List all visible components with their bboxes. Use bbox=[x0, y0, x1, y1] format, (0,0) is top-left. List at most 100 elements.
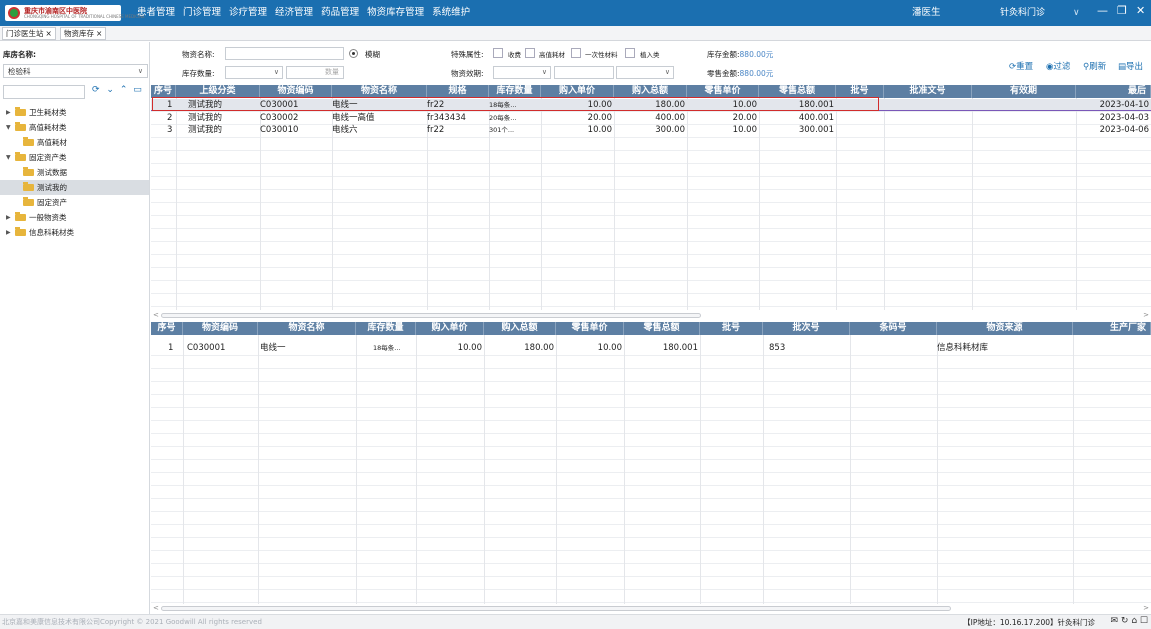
refresh-tree-icon[interactable]: ⟳ bbox=[92, 85, 100, 95]
expand-icon[interactable]: ▶ bbox=[6, 105, 11, 120]
attr-high-value-checkbox[interactable] bbox=[525, 48, 535, 58]
window-icon[interactable]: ▭ bbox=[133, 85, 142, 95]
tree-node-high-value[interactable]: ▼ 高值耗材类 bbox=[0, 120, 149, 135]
grid-row-line bbox=[151, 589, 1151, 590]
hospital-name-en: CHONGQING HOSPITAL OF TRADITIONAL CHINES… bbox=[24, 14, 145, 19]
attr-implant-label: 植入类 bbox=[640, 51, 660, 59]
tree-node-test-data[interactable]: 测试数据 bbox=[0, 165, 149, 180]
cell-spec: fr343434 bbox=[427, 113, 466, 123]
col-header[interactable]: 库存数量 bbox=[356, 322, 416, 335]
cell-item-code: C030010 bbox=[260, 125, 299, 135]
col-header[interactable]: 物资名称 bbox=[258, 322, 356, 335]
attr-high-value-label: 高值耗材 bbox=[539, 51, 565, 59]
close-window-icon[interactable]: ✕ bbox=[1136, 0, 1145, 22]
collapse-all-icon[interactable]: ⌃ bbox=[120, 85, 128, 95]
scroll-right-icon[interactable]: > bbox=[1143, 311, 1149, 320]
tab-inventory[interactable]: 物资库存 × bbox=[60, 27, 107, 40]
expiry-unit-select[interactable]: ∨ bbox=[616, 66, 674, 79]
fuzzy-radio[interactable] bbox=[349, 49, 358, 58]
restore-icon[interactable]: ❐ bbox=[1117, 0, 1127, 22]
lower-table-hscrollbar[interactable]: < > bbox=[151, 604, 1151, 613]
item-name-input[interactable] bbox=[225, 47, 344, 60]
col-header[interactable]: 生产厂家 bbox=[1073, 322, 1151, 335]
tree-node-high-value-consumables[interactable]: 高值耗材 bbox=[0, 135, 149, 150]
dept-dropdown-icon[interactable]: ∨ bbox=[1073, 0, 1080, 26]
selection-highlight-box bbox=[152, 97, 879, 111]
menu-treatment-mgmt[interactable]: 诊疗管理 bbox=[225, 0, 271, 26]
expiry-date-input[interactable] bbox=[554, 66, 614, 79]
tree-node-hygiene[interactable]: ▶ 卫生耗材类 bbox=[0, 105, 149, 120]
grid-row-line bbox=[151, 511, 1151, 512]
qty-operator-select[interactable]: ∨ bbox=[225, 66, 283, 79]
col-header[interactable]: 批次号 bbox=[763, 322, 850, 335]
upper-table-hscrollbar[interactable]: < > bbox=[151, 311, 1151, 320]
tree-node-test-mine[interactable]: 测试我的 bbox=[0, 180, 149, 195]
menu-system[interactable]: 系统维护 bbox=[428, 0, 474, 26]
tree-node-it-consumables[interactable]: ▶ 信息科耗材类 bbox=[0, 225, 149, 240]
gift-icon[interactable]: ⌂ bbox=[1131, 616, 1137, 626]
expand-all-icon[interactable]: ⌄ bbox=[106, 85, 114, 95]
col-header[interactable]: 批准文号 bbox=[884, 85, 972, 98]
scroll-right-icon[interactable]: > bbox=[1143, 604, 1149, 613]
mail-icon[interactable]: ✉ bbox=[1110, 616, 1118, 626]
qty-input[interactable]: 数量 bbox=[286, 66, 344, 79]
table-row[interactable]: 2 测试我的 C030002 电线一高值 fr343434 20每条... 20… bbox=[151, 112, 1151, 124]
attr-implant-checkbox[interactable] bbox=[625, 48, 635, 58]
expand-icon[interactable]: ▶ bbox=[6, 225, 11, 240]
grid-line bbox=[416, 335, 417, 604]
reload-icon[interactable]: ↻ bbox=[1121, 616, 1129, 626]
grid-row-line bbox=[151, 355, 1151, 356]
folder-icon bbox=[23, 182, 34, 191]
table-row[interactable]: 1 C030001 电线一 18每条... 10.00 180.00 10.00… bbox=[151, 342, 1151, 354]
expiry-label: 物资效期: bbox=[451, 69, 484, 78]
col-header[interactable]: 条码号 bbox=[850, 322, 937, 335]
attr-charge-checkbox[interactable] bbox=[493, 48, 503, 58]
menu-outpatient-mgmt[interactable]: 门诊管理 bbox=[179, 0, 225, 26]
chat-icon[interactable]: ☐ bbox=[1140, 616, 1148, 626]
col-header[interactable]: 零售单价 bbox=[556, 322, 624, 335]
scroll-thumb[interactable] bbox=[161, 606, 951, 611]
menu-patient-mgmt[interactable]: 患者管理 bbox=[133, 0, 179, 26]
retail-amount-caption: 零售金额: bbox=[707, 69, 740, 78]
col-header[interactable]: 有效期 bbox=[972, 85, 1076, 98]
cell-purchase-total: 400.00 bbox=[655, 113, 685, 123]
tab-close-icon[interactable]: × bbox=[46, 29, 52, 38]
col-header[interactable]: 物资编码 bbox=[183, 322, 258, 335]
menu-drug-mgmt[interactable]: 药品管理 bbox=[317, 0, 363, 26]
expiry-operator-select[interactable]: ∨ bbox=[493, 66, 551, 79]
export-button[interactable]: ▤导出 bbox=[1118, 60, 1143, 72]
current-dept[interactable]: 针灸科门诊 bbox=[1000, 0, 1045, 26]
col-header[interactable]: 批号 bbox=[700, 322, 763, 335]
filter-button[interactable]: ◉过滤 bbox=[1046, 60, 1070, 72]
scroll-thumb[interactable] bbox=[161, 313, 701, 318]
menu-inventory-mgmt[interactable]: 物资库存管理 bbox=[363, 0, 428, 26]
col-header[interactable]: 购入单价 bbox=[416, 322, 484, 335]
tree-node-fixed-assets[interactable]: 固定资产 bbox=[0, 195, 149, 210]
grid-row-line bbox=[151, 189, 1151, 190]
table-row[interactable]: 3 测试我的 C030010 电线六 fr22 301个... 10.00 30… bbox=[151, 124, 1151, 136]
col-header[interactable]: 最后 bbox=[1076, 85, 1151, 98]
col-header[interactable]: 零售总额 bbox=[624, 322, 700, 335]
col-header[interactable]: 序号 bbox=[151, 322, 183, 335]
printer-icon: ▤ bbox=[1118, 62, 1127, 72]
tab-close-icon[interactable]: × bbox=[96, 29, 102, 38]
tab-outpatient-doctor[interactable]: 门诊医生站 × bbox=[2, 27, 56, 40]
collapse-icon[interactable]: ▼ bbox=[6, 150, 11, 165]
tree-search-input[interactable] bbox=[3, 85, 85, 99]
reset-button[interactable]: ⟳重置 bbox=[1009, 60, 1033, 72]
col-header[interactable]: 购入总额 bbox=[484, 322, 556, 335]
refresh-button[interactable]: ⚲刷新 bbox=[1083, 60, 1106, 72]
tree-node-general[interactable]: ▶ 一般物资类 bbox=[0, 210, 149, 225]
scroll-left-icon[interactable]: < bbox=[153, 311, 159, 320]
minimize-icon[interactable]: — bbox=[1097, 0, 1108, 22]
collapse-icon[interactable]: ▼ bbox=[6, 120, 11, 135]
expand-icon[interactable]: ▶ bbox=[6, 210, 11, 225]
col-header[interactable]: 物资来源 bbox=[937, 322, 1073, 335]
menu-finance-mgmt[interactable]: 经济管理 bbox=[271, 0, 317, 26]
attr-disposable-checkbox[interactable] bbox=[571, 48, 581, 58]
tree-node-fixed-assets-class[interactable]: ▼ 固定资产类 bbox=[0, 150, 149, 165]
scroll-left-icon[interactable]: < bbox=[153, 604, 159, 613]
stock-amount-label: 库存金额:880.00元 bbox=[707, 49, 773, 60]
current-user[interactable]: 潘医生 bbox=[912, 0, 941, 26]
warehouse-select[interactable]: 检验科 ∨ bbox=[3, 64, 148, 78]
